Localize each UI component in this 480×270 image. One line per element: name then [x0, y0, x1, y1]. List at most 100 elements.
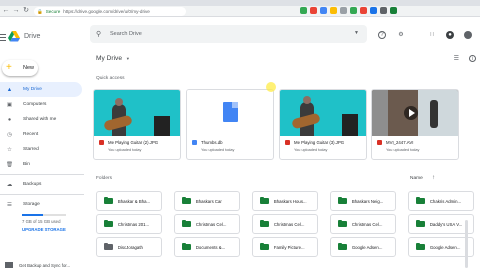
search-options-icon[interactable]: ▼ — [354, 30, 359, 36]
sidebar-item-label: My Drive — [23, 87, 42, 92]
folder-tile[interactable]: Bhaskars Neig... — [330, 191, 396, 211]
sidebar-item-label: Storage — [23, 202, 40, 207]
search-input[interactable]: Search Drive — [110, 31, 142, 37]
sidebar-item-shared[interactable]: ● Shared with me — [0, 112, 82, 127]
account-avatar[interactable] — [464, 31, 472, 39]
page-title[interactable]: My Drive ▼ — [96, 55, 130, 62]
computer-icon: ▣ — [6, 101, 13, 108]
extension-icon[interactable] — [340, 7, 347, 14]
quick-access-card[interactable]: Thumbs.db You uploaded today — [186, 89, 274, 160]
folder-tile[interactable]: Christmas Cel... — [330, 214, 396, 234]
storage-fill — [22, 214, 43, 216]
video-thumbnail — [372, 90, 458, 136]
sidebar-item-starred[interactable]: ☆ Starred — [0, 142, 82, 157]
folder-icon — [416, 220, 425, 227]
extension-icon[interactable] — [380, 7, 387, 14]
back-icon[interactable]: ← — [2, 7, 10, 15]
folder-tile[interactable]: Documents &... — [174, 237, 240, 257]
sidebar-divider — [0, 194, 84, 195]
apps-grid-icon[interactable]: ∷ — [428, 31, 436, 39]
backup-sync-tip[interactable]: Get Backup and Sync for... — [0, 262, 70, 268]
document-thumbnail — [187, 90, 273, 136]
file-name: MVI_2447.AVI — [386, 140, 414, 145]
folder-name: Bhaskars Neig... — [351, 198, 384, 204]
search-box[interactable]: ⚲ Search Drive ▼ — [90, 25, 367, 43]
page-title-label: My Drive — [96, 55, 123, 62]
file-name: Me Playing Guitar (3).JPG — [294, 140, 345, 145]
folder-tile[interactable]: Bhaskars Hous... — [252, 191, 318, 211]
main-menu-icon[interactable] — [0, 34, 6, 41]
extension-icon[interactable] — [300, 7, 307, 14]
folder-icon — [416, 243, 425, 250]
file-activity: You uploaded today — [108, 148, 142, 152]
view-toggles: ☰ i — [454, 55, 476, 62]
sidebar-item-my-drive[interactable]: ▲ My Drive — [0, 82, 82, 97]
quick-access-card[interactable]: MVI_2447.AVI You uploaded today — [371, 89, 459, 160]
arrow-up-icon[interactable]: ↑ — [432, 175, 435, 181]
scrollbar[interactable] — [465, 220, 468, 268]
folder-icon — [182, 197, 191, 204]
quick-access-label: Quick access — [96, 76, 125, 81]
folder-tile[interactable]: Bhaskar & Bha... — [96, 191, 162, 211]
reload-icon[interactable]: ↻ — [22, 7, 30, 15]
folder-name: DiscJoragath — [117, 244, 143, 250]
extension-icon[interactable] — [310, 7, 317, 14]
folder-tile[interactable]: Family Picture... — [252, 237, 318, 257]
quick-access-card[interactable]: Me Playing Guitar (2).JPG You uploaded t… — [93, 89, 181, 160]
file-activity: You uploaded today — [386, 148, 420, 152]
address-bar[interactable]: 🔒 Secure https://drive.google.com/drive/… — [34, 7, 186, 16]
browser-toolbar: ← → ↻ 🔒 Secure https://drive.google.com/… — [0, 6, 480, 17]
photo-thumbnail — [280, 90, 366, 136]
list-view-icon[interactable]: ☰ — [454, 55, 459, 62]
sidebar-item-label: Starred — [23, 147, 39, 152]
folder-tile[interactable]: Christmas Cel... — [252, 214, 318, 234]
sidebar-item-computers[interactable]: ▣ Computers — [0, 97, 82, 112]
info-icon[interactable]: i — [469, 55, 476, 62]
sidebar-item-backups[interactable]: ☁ Backups — [0, 177, 82, 192]
extension-icon[interactable] — [320, 7, 327, 14]
forward-icon[interactable]: → — [12, 7, 20, 15]
upgrade-storage-link[interactable]: UPGRADE STORAGE — [22, 227, 84, 232]
people-icon: ● — [7, 116, 12, 123]
star-icon: ☆ — [7, 146, 12, 153]
extension-icon[interactable] — [330, 7, 337, 14]
sidebar-nav: ▲ My Drive ▣ Computers ● Shared with me … — [0, 82, 84, 232]
folder-icon — [104, 220, 113, 227]
folder-tile[interactable]: Christmas 201... — [96, 214, 162, 234]
sidebar-item-label: Recent — [23, 132, 39, 137]
folder-icon — [416, 197, 425, 204]
sidebar-item-bin[interactable]: 🗑 Bin — [0, 157, 82, 172]
backup-tip-label: Get Backup and Sync for... — [19, 262, 71, 268]
image-file-icon — [285, 140, 290, 145]
quick-access-card[interactable]: Me Playing Guitar (3).JPG You uploaded t… — [279, 89, 367, 160]
folder-tile[interactable]: Christmas Cel... — [174, 214, 240, 234]
extension-icons — [300, 7, 397, 14]
new-button-label: New — [23, 65, 35, 71]
gear-icon[interactable]: ⚙ — [397, 31, 405, 39]
folder-name: Christmas Cel... — [351, 221, 383, 227]
chevron-down-icon: ▼ — [125, 56, 130, 61]
sidebar-item-label: Shared with me — [23, 117, 57, 122]
extension-icon[interactable] — [390, 7, 397, 14]
sidebar-divider — [0, 174, 84, 175]
new-button[interactable]: + New — [2, 60, 38, 76]
sort-by-name[interactable]: Name — [410, 176, 423, 181]
drive-logo-icon — [8, 31, 20, 42]
extension-icon[interactable] — [350, 7, 357, 14]
folder-tile[interactable]: Chakris Admin... — [408, 191, 474, 211]
folder-icon — [182, 220, 191, 227]
sidebar-item-storage[interactable]: ☰ Storage — [0, 197, 82, 212]
notifications-icon[interactable]: ● — [446, 31, 454, 39]
sidebar-item-label: Backups — [23, 182, 42, 187]
help-icon[interactable]: ? — [378, 31, 386, 39]
extension-icon[interactable] — [370, 7, 377, 14]
folder-tile[interactable]: Google Adsen... — [330, 237, 396, 257]
folder-icon — [260, 220, 269, 227]
secure-label: Secure — [45, 9, 61, 14]
file-activity: You uploaded today — [294, 148, 328, 152]
sidebar-item-recent[interactable]: ◷ Recent — [0, 127, 82, 142]
folder-tile[interactable]: DiscJoragath — [96, 237, 162, 257]
search-icon[interactable]: ⚲ — [96, 30, 106, 38]
extension-icon[interactable] — [360, 7, 367, 14]
folder-tile[interactable]: Bhaskars Car — [174, 191, 240, 211]
